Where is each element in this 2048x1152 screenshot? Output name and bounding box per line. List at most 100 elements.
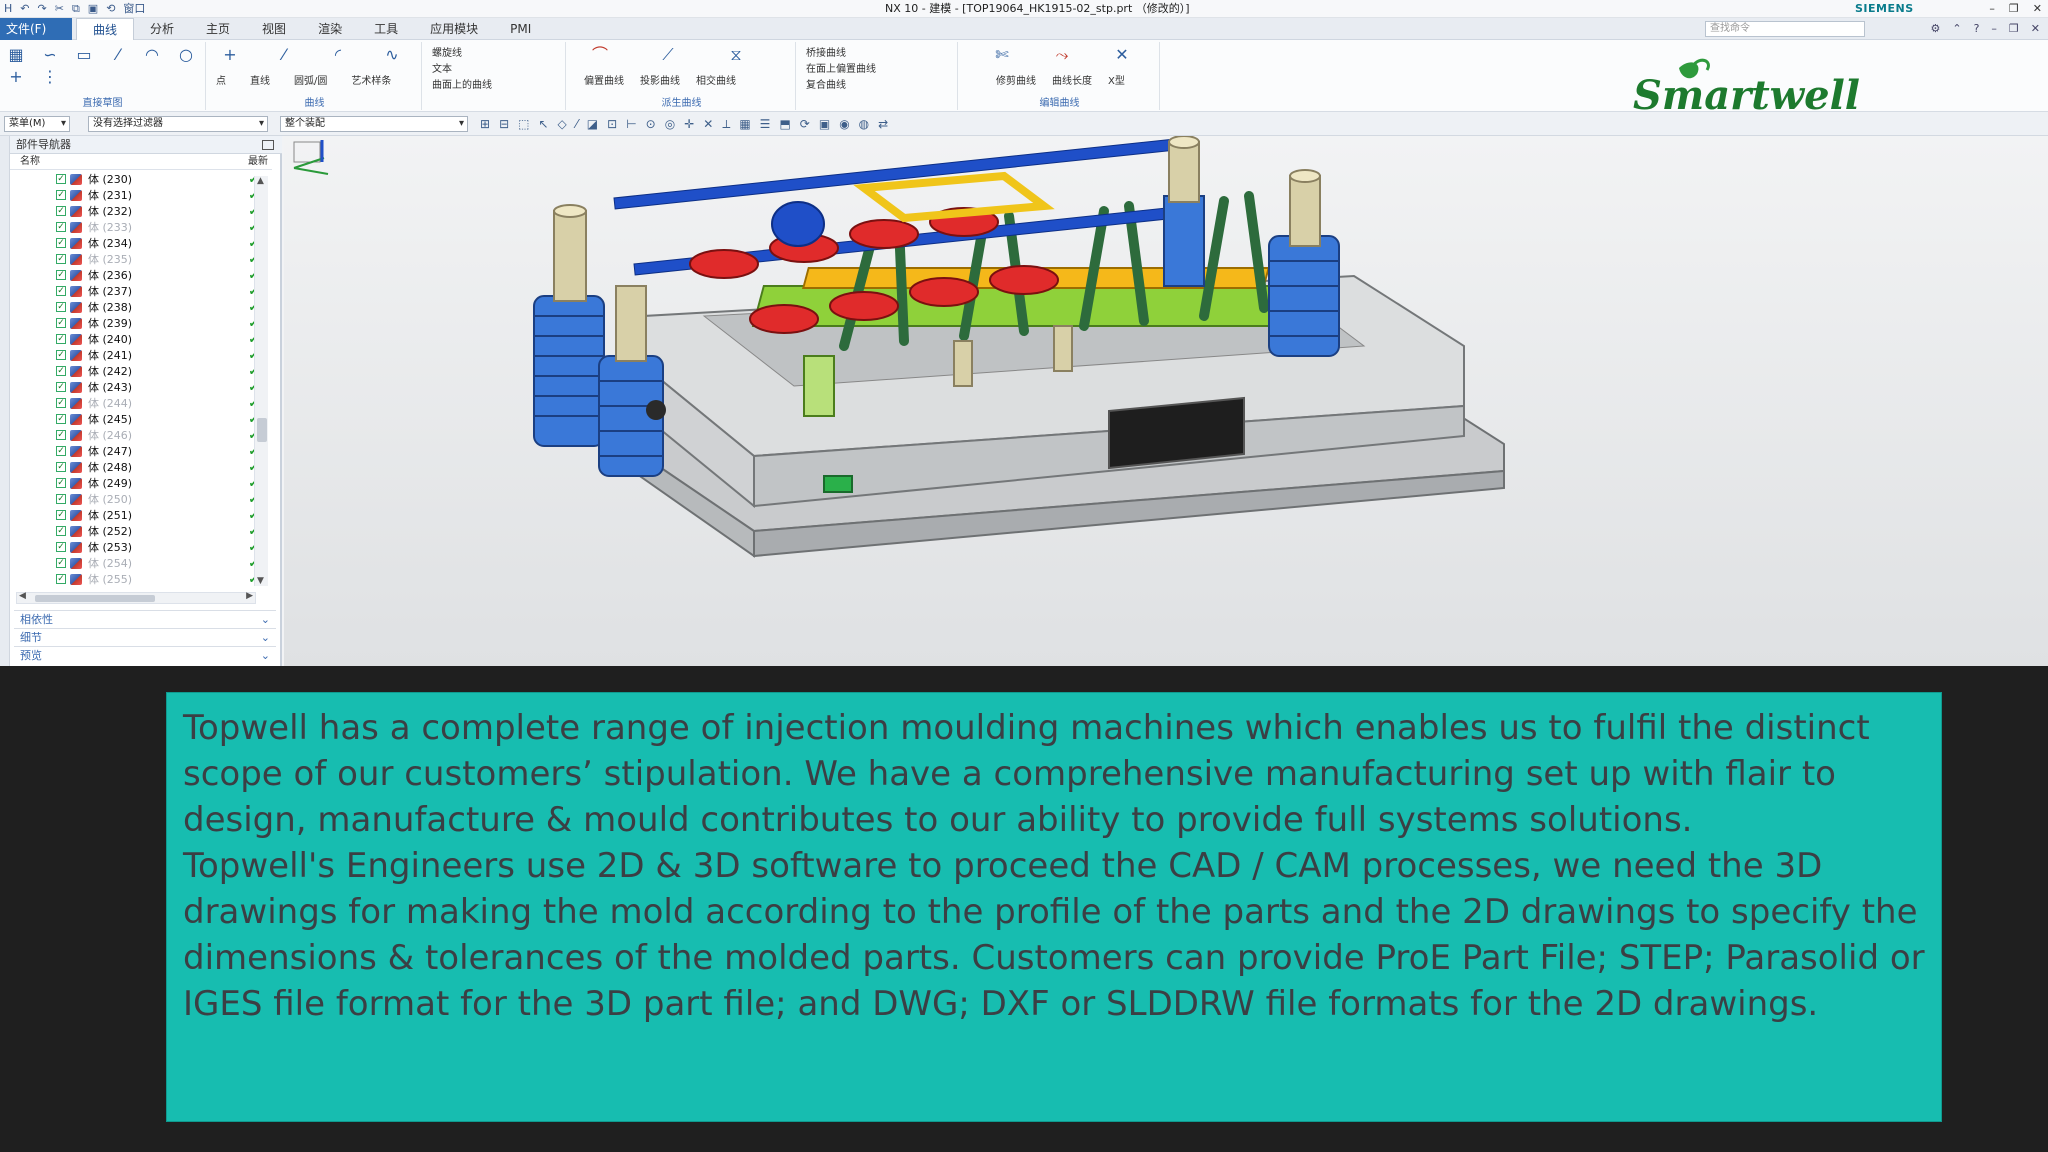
rotate-icon[interactable]: ⟳ bbox=[800, 116, 810, 132]
visibility-checkbox[interactable]: ✓ bbox=[56, 510, 66, 520]
menu-dropdown[interactable]: 菜单(M) bbox=[4, 116, 70, 132]
close-icon[interactable]: ✕ bbox=[2031, 21, 2040, 37]
panel-dependencies[interactable]: 相依性 ⌄ bbox=[14, 610, 276, 628]
point-button[interactable]: 点 bbox=[216, 72, 226, 87]
visibility-checkbox[interactable]: ✓ bbox=[56, 542, 66, 552]
navigator-row[interactable]: ✓体 (243)✔ bbox=[10, 380, 272, 396]
navigator-row[interactable]: ✓体 (255)✔ bbox=[10, 572, 272, 588]
snap-grid-icon[interactable]: ▦ bbox=[739, 116, 750, 132]
visibility-checkbox[interactable]: ✓ bbox=[56, 398, 66, 408]
navigator-row[interactable]: ✓体 (235)✔ bbox=[10, 252, 272, 268]
mold-assembly-model[interactable] bbox=[284, 136, 2048, 666]
point-icon[interactable]: + bbox=[220, 46, 240, 64]
visibility-checkbox[interactable]: ✓ bbox=[56, 478, 66, 488]
navigator-vscroll[interactable]: ▲ ▼ bbox=[254, 176, 268, 586]
sketch-icon[interactable]: ▦ bbox=[6, 46, 26, 64]
tab-render[interactable]: 渲染 bbox=[302, 18, 358, 40]
navigator-row[interactable]: ✓体 (231)✔ bbox=[10, 188, 272, 204]
circle-icon[interactable]: ○ bbox=[176, 46, 196, 64]
restore-icon[interactable]: ❐ bbox=[2009, 1, 2019, 17]
visibility-checkbox[interactable]: ✓ bbox=[56, 206, 66, 216]
tab-home[interactable]: 主页 bbox=[190, 18, 246, 40]
file-menu[interactable]: 文件(F) bbox=[0, 18, 72, 40]
navigator-row[interactable]: ✓体 (245)✔ bbox=[10, 412, 272, 428]
deselect-icon[interactable]: ⊟ bbox=[499, 116, 509, 132]
scroll-down-icon[interactable]: ▼ bbox=[257, 576, 264, 586]
visibility-checkbox[interactable]: ✓ bbox=[56, 558, 66, 568]
visibility-checkbox[interactable]: ✓ bbox=[56, 190, 66, 200]
scroll-thumb[interactable] bbox=[35, 595, 155, 602]
undo-icon[interactable]: ↶ bbox=[20, 1, 29, 17]
line-icon[interactable]: ⁄ bbox=[108, 46, 128, 64]
cut-icon[interactable]: ✂ bbox=[55, 1, 64, 17]
orient-icon[interactable]: ⇄ bbox=[878, 116, 888, 132]
offset-in-face-button[interactable]: 在面上偏置曲线 bbox=[806, 62, 876, 78]
edge-icon[interactable]: ⁄ bbox=[576, 116, 578, 132]
minimize-icon[interactable]: – bbox=[1991, 21, 1997, 37]
navigator-row[interactable]: ✓体 (234)✔ bbox=[10, 236, 272, 252]
offset-curve-button[interactable]: 偏置曲线 bbox=[584, 72, 624, 87]
navigator-row[interactable]: ✓体 (250)✔ bbox=[10, 492, 272, 508]
navigator-row[interactable]: ✓体 (240)✔ bbox=[10, 332, 272, 348]
shade-icon[interactable]: ◍ bbox=[859, 116, 869, 132]
help-icon[interactable]: ? bbox=[1974, 21, 1980, 37]
face-icon[interactable]: ◇ bbox=[558, 116, 567, 132]
select-all-icon[interactable]: ⊞ bbox=[480, 116, 490, 132]
tab-view[interactable]: 视图 bbox=[246, 18, 302, 40]
collapse-ribbon-icon[interactable]: ⌃ bbox=[1952, 21, 1961, 37]
studio-spline-button[interactable]: 艺术样条 bbox=[351, 72, 391, 87]
tab-applications[interactable]: 应用模块 bbox=[414, 18, 494, 40]
panel-preview[interactable]: 预览 ⌄ bbox=[14, 646, 276, 664]
trim-curve-button[interactable]: 修剪曲线 bbox=[996, 72, 1036, 87]
graphics-viewport[interactable] bbox=[284, 136, 2048, 666]
tab-tools[interactable]: 工具 bbox=[358, 18, 414, 40]
visibility-checkbox[interactable]: ✓ bbox=[56, 494, 66, 504]
scroll-right-icon[interactable]: ▶ bbox=[246, 591, 253, 601]
curve-length-icon[interactable]: ⤳ bbox=[1052, 46, 1072, 64]
navigator-row[interactable]: ✓体 (249)✔ bbox=[10, 476, 272, 492]
visibility-checkbox[interactable]: ✓ bbox=[56, 462, 66, 472]
composite-curve-button[interactable]: 复合曲线 bbox=[806, 78, 876, 94]
scroll-thumb[interactable] bbox=[257, 418, 267, 442]
layer-icon[interactable]: ☰ bbox=[760, 116, 771, 132]
text-button[interactable]: 文本 bbox=[432, 62, 492, 78]
navigator-row[interactable]: ✓体 (230)✔ bbox=[10, 172, 272, 188]
visibility-checkbox[interactable]: ✓ bbox=[56, 526, 66, 536]
project-curve-icon[interactable]: ⟋ bbox=[658, 46, 678, 64]
snap-endpoint-icon[interactable]: ⊡ bbox=[607, 116, 617, 132]
navigator-row[interactable]: ✓体 (239)✔ bbox=[10, 316, 272, 332]
panel-details[interactable]: 细节 ⌄ bbox=[14, 628, 276, 646]
visibility-checkbox[interactable]: ✓ bbox=[56, 174, 66, 184]
snap-quadrant-icon[interactable]: ◎ bbox=[665, 116, 675, 132]
save-icon[interactable]: H bbox=[4, 1, 12, 17]
display-icon[interactable]: ▣ bbox=[819, 116, 830, 132]
snap-center-icon[interactable]: ⊙ bbox=[646, 116, 656, 132]
curve-on-surface-button[interactable]: 曲面上的曲线 bbox=[432, 78, 492, 94]
navigator-row[interactable]: ✓体 (251)✔ bbox=[10, 508, 272, 524]
snap-midpoint-icon[interactable]: ⊢ bbox=[626, 116, 636, 132]
visibility-checkbox[interactable]: ✓ bbox=[56, 574, 66, 584]
line-button[interactable]: 直线 bbox=[250, 72, 270, 87]
spring-stack-right-back[interactable] bbox=[1163, 136, 1205, 287]
snap-tangent-icon[interactable]: ⟂ bbox=[722, 116, 730, 132]
spring-stack-left[interactable] bbox=[533, 204, 605, 447]
visibility-checkbox[interactable]: ✓ bbox=[56, 334, 66, 344]
bridge-curve-button[interactable]: 桥接曲线 bbox=[806, 46, 876, 62]
settings-icon[interactable]: ⚙ bbox=[1930, 21, 1940, 37]
navigator-row[interactable]: ✓体 (244)✔ bbox=[10, 396, 272, 412]
scroll-up-icon[interactable]: ▲ bbox=[257, 176, 264, 186]
paste-icon[interactable]: ▣ bbox=[88, 1, 98, 17]
x-form-button[interactable]: X型 bbox=[1108, 72, 1125, 87]
arc-circle-button[interactable]: 圆弧/圆 bbox=[294, 72, 327, 87]
intersection-curve-icon[interactable]: ⧖ bbox=[726, 46, 746, 64]
navigator-hscroll[interactable]: ◀ ▶ bbox=[16, 591, 256, 604]
navigator-row[interactable]: ✓体 (254)✔ bbox=[10, 556, 272, 572]
visibility-checkbox[interactable]: ✓ bbox=[56, 382, 66, 392]
navigator-row[interactable]: ✓体 (241)✔ bbox=[10, 348, 272, 364]
window-menu[interactable]: 窗口 bbox=[123, 1, 145, 17]
snap-intersect-icon[interactable]: ✕ bbox=[703, 116, 713, 132]
x-form-icon[interactable]: ✕ bbox=[1112, 46, 1132, 64]
visibility-checkbox[interactable]: ✓ bbox=[56, 302, 66, 312]
tab-pmi[interactable]: PMI bbox=[494, 18, 547, 40]
navigator-row[interactable]: ✓体 (237)✔ bbox=[10, 284, 272, 300]
